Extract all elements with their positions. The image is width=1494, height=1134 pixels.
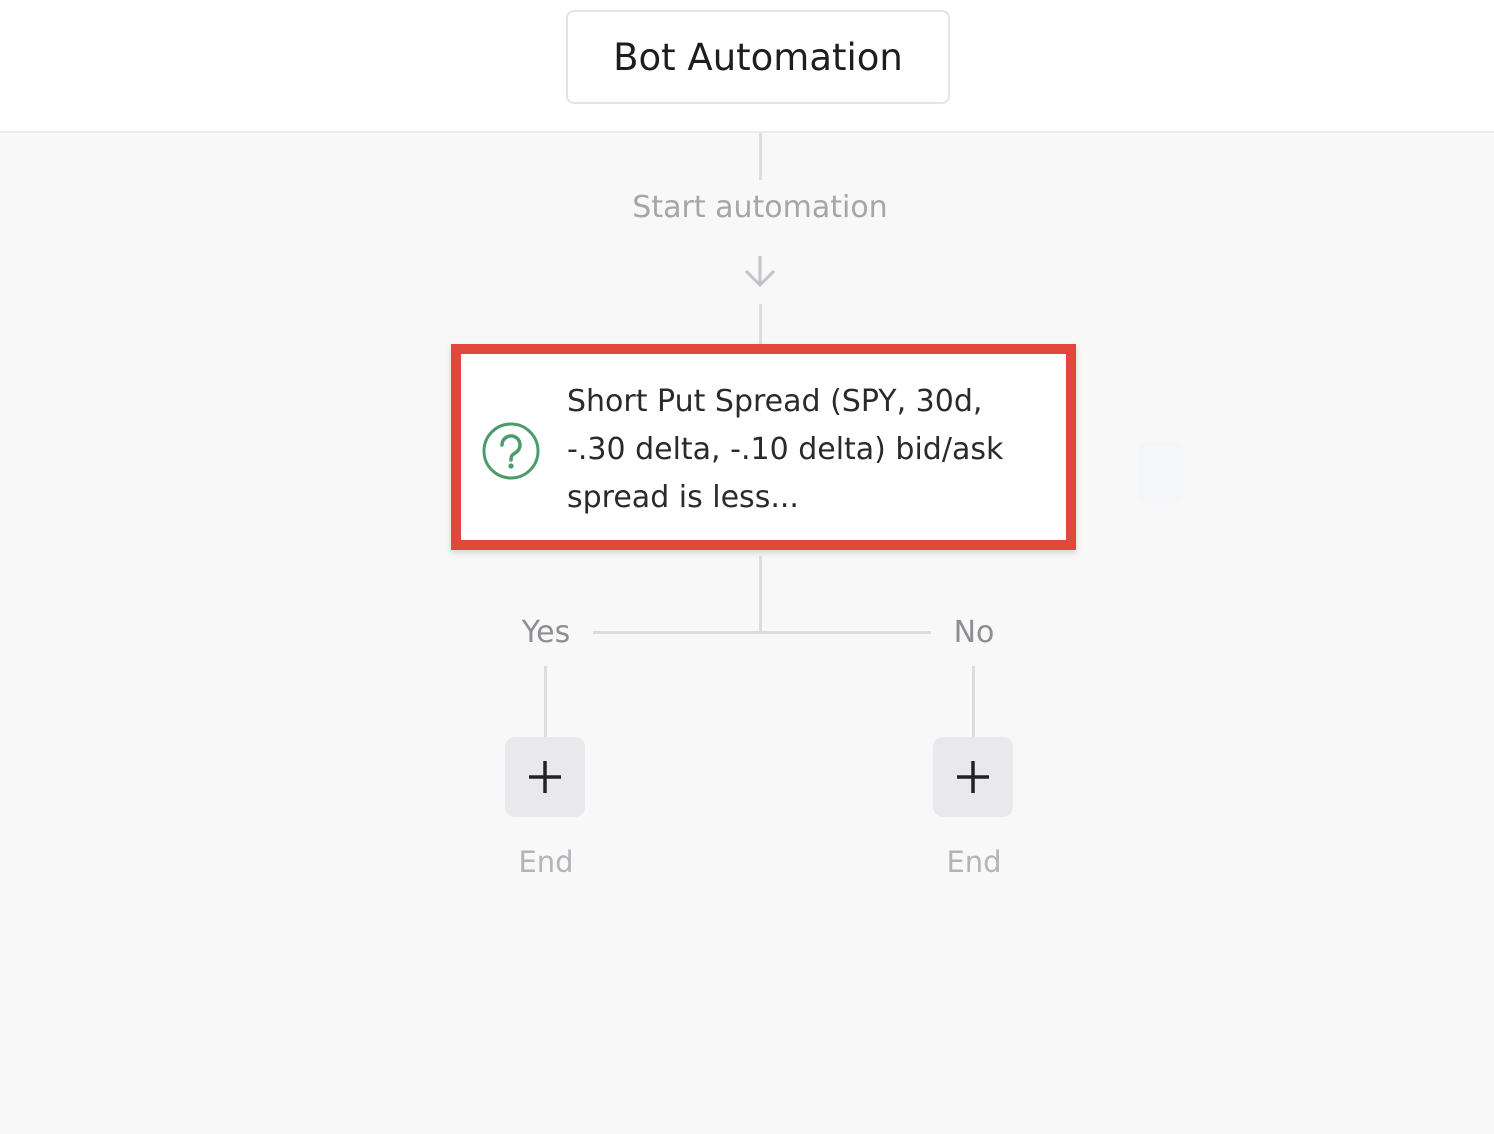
plus-icon xyxy=(957,761,989,793)
add-step-button-no[interactable] xyxy=(933,737,1013,817)
end-label-yes: End xyxy=(518,845,574,879)
branch-line-no xyxy=(759,631,931,634)
condition-description: Short Put Spread (SPY, 30d, -.30 delta, … xyxy=(567,384,1004,515)
start-automation-label: Start automation xyxy=(632,190,888,225)
branch-line-yes xyxy=(593,631,761,634)
connector-line xyxy=(759,133,762,180)
arrow-down-icon xyxy=(744,256,776,288)
page-title[interactable]: Bot Automation xyxy=(566,10,950,104)
end-label-no: End xyxy=(946,845,1002,879)
connector-line xyxy=(759,556,762,633)
header-bar: Bot Automation xyxy=(0,0,1494,133)
connector-line xyxy=(759,304,762,346)
faint-placeholder xyxy=(1138,442,1184,504)
question-circle-icon xyxy=(482,422,540,480)
add-step-button-yes[interactable] xyxy=(505,737,585,817)
connector-line xyxy=(972,666,975,738)
plus-icon xyxy=(529,761,561,793)
connector-line xyxy=(544,666,547,738)
branch-label-yes: Yes xyxy=(521,615,571,650)
branch-label-no: No xyxy=(953,615,995,650)
